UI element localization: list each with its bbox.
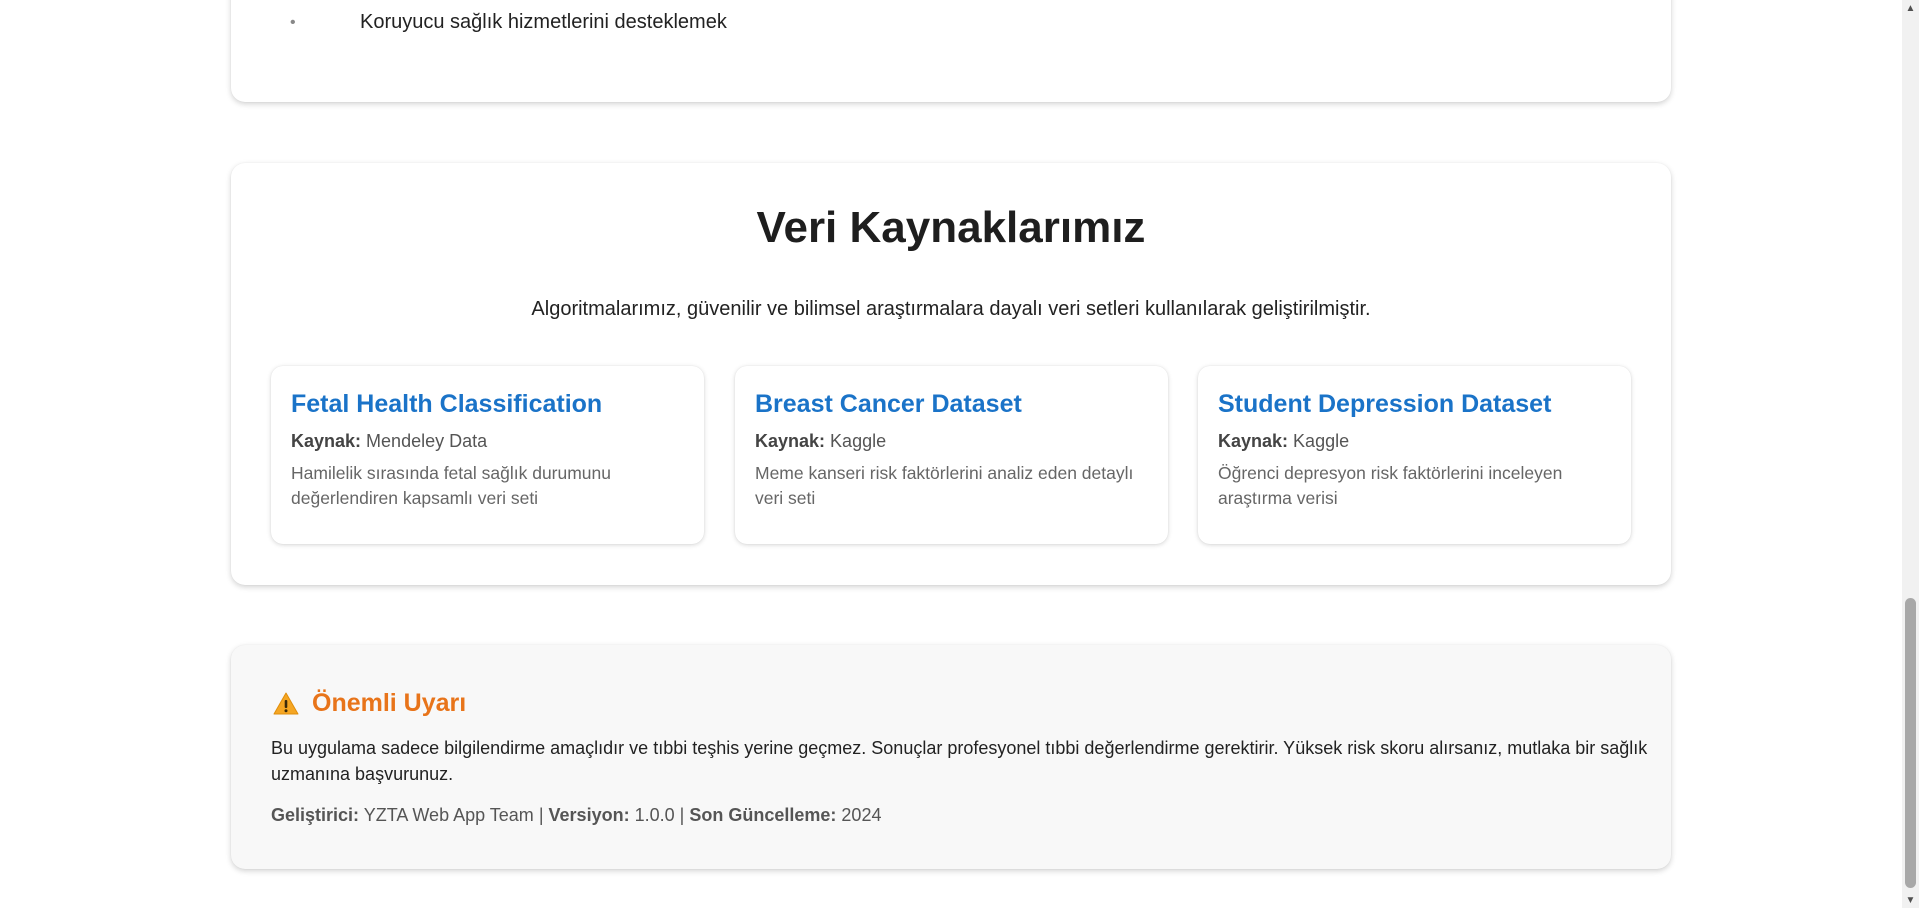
dataset-description: Hamilelik sırasında fetal sağlık durumun… [291,463,612,508]
dataset-source: Kaynak: Kaggle [755,431,1148,452]
developer-label: Geliştirici: [271,805,360,825]
source-value: Mendeley Data [366,431,488,451]
dataset-title: Breast Cancer Dataset [755,390,1022,418]
bullet-icon: • [290,13,296,31]
warning-icon [273,692,299,714]
warning-header: Önemli Uyarı [272,689,466,718]
source-label: Kaynak: [291,431,362,451]
source-value: Kaggle [830,431,887,451]
separator: | [538,805,544,825]
dataset-card-fetal: Fetal Health Classification Kaynak: Mend… [271,366,704,544]
dataset-description: Meme kanseri risk faktörlerini analiz ed… [755,463,1134,508]
page-viewport: • Koruyucu sağlık hizmetlerini desteklem… [0,0,1902,908]
source-value: Kaggle [1293,431,1350,451]
separator: | [679,805,685,825]
sources-title: Veri Kaynaklarımız [756,203,1146,252]
scroll-down-icon[interactable]: ▼ [1902,892,1919,908]
dataset-source: Kaynak: Kaggle [1218,431,1611,452]
scroll-up-icon[interactable]: ▲ [1902,0,1919,16]
updated-label: Son Güncelleme: [689,805,837,825]
dataset-card-student-depression: Student Depression Dataset Kaynak: Kaggl… [1198,366,1631,544]
version-label: Versiyon: [548,805,630,825]
list-item: • Koruyucu sağlık hizmetlerini desteklem… [290,11,727,34]
source-label: Kaynak: [1218,431,1289,451]
dataset-title: Student Depression Dataset [1218,390,1552,418]
dataset-card-breast-cancer: Breast Cancer Dataset Kaynak: Kaggle Mem… [735,366,1168,544]
warning-title: Önemli Uyarı [312,689,467,717]
version-value: 1.0.0 [634,805,675,825]
dataset-source: Kaynak: Mendeley Data [291,431,684,452]
goals-card: • Koruyucu sağlık hizmetlerini desteklem… [231,0,1671,102]
sources-subtitle: Algoritmalarımız, güvenilir ve bilimsel … [531,298,1371,320]
dataset-description: Öğrenci depresyon risk faktörlerini ince… [1218,463,1563,508]
source-label: Kaynak: [755,431,826,451]
data-sources-card: Veri Kaynaklarımız Algoritmalarımız, güv… [231,163,1671,585]
warning-card: Önemli Uyarı Bu uygulama sadece bilgilen… [231,645,1671,869]
vertical-scrollbar[interactable]: ▲ ▼ [1902,0,1919,908]
developer-value: YZTA Web App Team [363,805,534,825]
dataset-title: Fetal Health Classification [291,390,603,418]
updated-value: 2024 [841,805,882,825]
scrollbar-thumb[interactable] [1905,598,1916,888]
app-meta: Geliştirici: YZTA Web App Team | Versiyo… [271,805,881,826]
warning-text: Bu uygulama sadece bilgilendirme amaçlıd… [271,738,1648,784]
list-item-text: Koruyucu sağlık hizmetlerini desteklemek [360,11,727,33]
